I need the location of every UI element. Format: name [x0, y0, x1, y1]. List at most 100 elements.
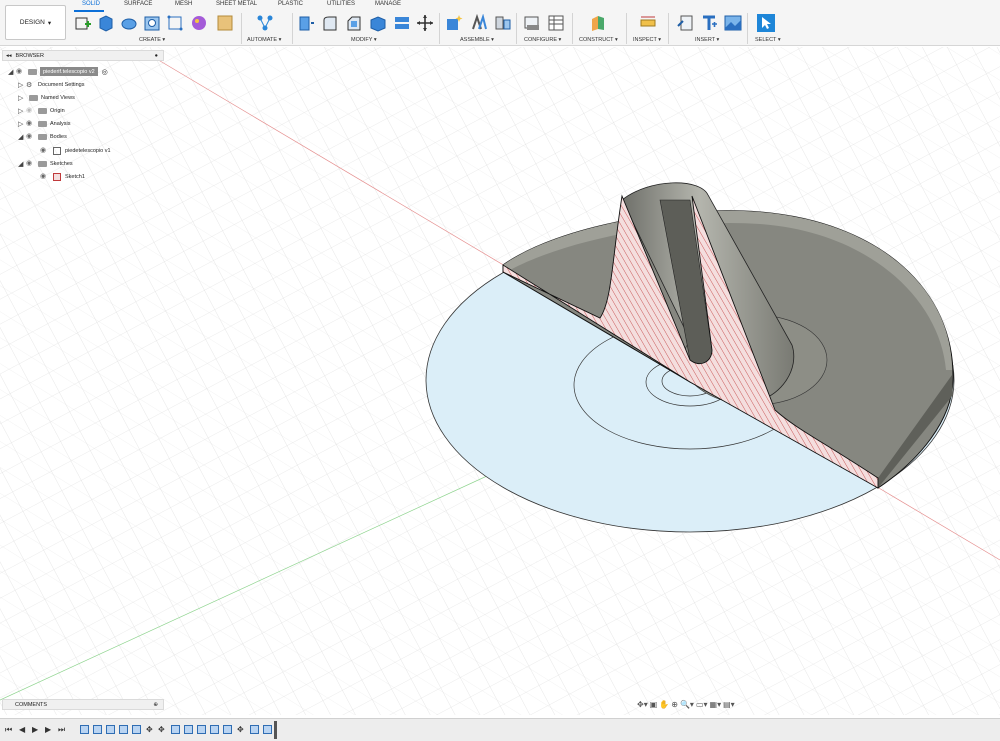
configuration-table-icon[interactable]	[547, 14, 565, 32]
offset-plane-icon[interactable]	[589, 14, 607, 32]
move-feature-icon[interactable]: ✥	[146, 725, 153, 734]
previous-step-icon[interactable]: ◀	[19, 725, 25, 734]
timeline-feature[interactable]	[210, 725, 219, 734]
collapsed-triangle-icon[interactable]: ▷	[18, 107, 26, 115]
timeline-feature[interactable]	[223, 725, 232, 734]
tab-utilities[interactable]: UTILITIES	[327, 1, 355, 7]
collapse-panel-icon[interactable]: ◂◂	[6, 53, 12, 59]
timeline-feature[interactable]	[106, 725, 115, 734]
first-step-icon[interactable]: ⏮	[5, 725, 12, 735]
chamfer-icon[interactable]	[345, 14, 363, 32]
expanded-triangle-icon[interactable]: ◢	[8, 68, 16, 76]
eye-hidden-icon[interactable]: ◉	[26, 107, 35, 114]
timeline-feature[interactable]	[171, 725, 180, 734]
eye-icon[interactable]: ◉	[26, 133, 35, 140]
automate-menu[interactable]: AUTOMATE ▾	[247, 37, 281, 43]
rectangular-pattern-icon[interactable]	[166, 14, 184, 32]
add-comment-icon[interactable]: ⊕	[153, 702, 158, 708]
timeline-feature[interactable]	[263, 725, 272, 734]
hole-icon[interactable]	[143, 14, 161, 32]
collapsed-triangle-icon[interactable]: ▷	[18, 120, 26, 128]
construct-menu[interactable]: CONSTRUCT ▾	[579, 37, 618, 43]
comments-panel[interactable]: COMMENTS ⊕	[2, 699, 164, 710]
grid-settings-icon[interactable]: ▦▾	[710, 700, 722, 709]
assemble-menu[interactable]: ASSEMBLE ▾	[460, 37, 494, 43]
tab-manage[interactable]: MANAGE	[375, 1, 401, 7]
tree-item-sketch1[interactable]: ◉ Sketch1	[40, 171, 85, 182]
expanded-triangle-icon[interactable]: ◢	[18, 133, 26, 141]
eye-icon[interactable]: ◉	[40, 173, 49, 180]
as-built-joint-icon[interactable]	[494, 14, 512, 32]
combine-icon[interactable]	[393, 14, 411, 32]
tree-root[interactable]: ◢ ◉ piederif.telescopio v2 ◎	[8, 66, 108, 77]
select-icon[interactable]	[757, 14, 775, 32]
shell-icon[interactable]	[369, 14, 387, 32]
collapsed-triangle-icon[interactable]: ▷	[18, 94, 26, 102]
tree-item-document-settings[interactable]: ▷ ⚙ Document Settings	[18, 79, 84, 90]
timeline-feature[interactable]	[197, 725, 206, 734]
measure-icon[interactable]	[639, 14, 657, 32]
tree-item-bodies[interactable]: ◢ ◉ Bodies	[18, 131, 67, 142]
eye-icon[interactable]: ◉	[40, 147, 49, 154]
timeline-marker[interactable]	[274, 721, 277, 739]
select-menu[interactable]: SELECT ▾	[755, 37, 781, 43]
insert-menu[interactable]: INSERT ▾	[695, 37, 719, 43]
move-icon[interactable]	[416, 14, 434, 32]
zoom-icon[interactable]: ⊕	[671, 700, 678, 709]
insert-canvas-icon[interactable]	[724, 14, 742, 32]
modify-menu[interactable]: MODIFY ▾	[351, 37, 377, 43]
eye-icon[interactable]: ◉	[26, 160, 35, 167]
tree-item-sketches[interactable]: ◢ ◉ Sketches	[18, 158, 73, 169]
timeline-feature[interactable]	[80, 725, 89, 734]
timeline-feature[interactable]	[184, 725, 193, 734]
tree-item-body1[interactable]: ◉ piedetelescopio v1	[40, 145, 111, 156]
eye-icon[interactable]: ◉	[16, 68, 25, 75]
display-settings-icon[interactable]: ▭▾	[696, 700, 708, 709]
tree-item-origin[interactable]: ▷ ◉ Origin	[18, 105, 65, 116]
joint-icon[interactable]	[470, 14, 488, 32]
automate-icon[interactable]	[256, 14, 274, 32]
configure-icon[interactable]	[523, 14, 541, 32]
configure-menu[interactable]: CONFIGURE ▾	[524, 37, 561, 43]
timeline-feature[interactable]	[250, 725, 259, 734]
extrude-icon[interactable]	[97, 14, 115, 32]
collapsed-triangle-icon[interactable]: ▷	[18, 81, 26, 89]
create-sketch-icon[interactable]	[74, 14, 92, 32]
fit-icon[interactable]: 🔍▾	[680, 700, 694, 709]
workspace-switcher[interactable]: DESIGN ▾	[5, 5, 66, 40]
next-step-icon[interactable]: ▶	[45, 725, 51, 734]
tab-sheet-metal[interactable]: SHEET METAL	[216, 1, 257, 7]
expanded-triangle-icon[interactable]: ◢	[18, 160, 26, 168]
look-at-icon[interactable]: ▣	[650, 700, 658, 709]
pin-icon[interactable]: ●	[155, 53, 158, 59]
tab-surface[interactable]: SURFACE	[124, 1, 152, 7]
tab-mesh[interactable]: MESH	[175, 1, 192, 7]
create-menu[interactable]: CREATE ▾	[139, 37, 165, 43]
orbit-icon[interactable]: ✥▾	[637, 700, 648, 709]
play-icon[interactable]: ▶	[32, 725, 38, 734]
browser-header[interactable]: ◂◂ BROWSER ●	[2, 50, 164, 61]
form-icon[interactable]	[190, 14, 208, 32]
tree-item-named-views[interactable]: ▷ Named Views	[18, 92, 75, 103]
viewports-icon[interactable]: ▤▾	[723, 700, 735, 709]
activate-radio-icon[interactable]: ◎	[102, 68, 108, 76]
press-pull-icon[interactable]	[297, 14, 315, 32]
timeline-feature[interactable]	[93, 725, 102, 734]
move-feature-icon[interactable]: ✥	[237, 725, 244, 734]
insert-derive-icon[interactable]	[677, 14, 695, 32]
tab-plastic[interactable]: PLASTIC	[278, 1, 303, 7]
eye-icon[interactable]: ◉	[26, 120, 35, 127]
derive-icon[interactable]	[216, 14, 234, 32]
pan-icon[interactable]: ✋	[659, 700, 669, 709]
tree-item-analysis[interactable]: ▷ ◉ Analysis	[18, 118, 70, 129]
revolve-icon[interactable]	[120, 14, 138, 32]
insert-mesh-icon[interactable]	[700, 14, 718, 32]
fillet-icon[interactable]	[321, 14, 339, 32]
last-step-icon[interactable]: ⏭	[58, 725, 65, 735]
tab-solid[interactable]: SOLID	[82, 1, 100, 7]
move-feature-icon[interactable]: ✥	[158, 725, 165, 734]
inspect-menu[interactable]: INSPECT ▾	[633, 37, 661, 43]
new-component-icon[interactable]	[445, 14, 463, 32]
timeline-feature[interactable]	[119, 725, 128, 734]
timeline-feature[interactable]	[132, 725, 141, 734]
